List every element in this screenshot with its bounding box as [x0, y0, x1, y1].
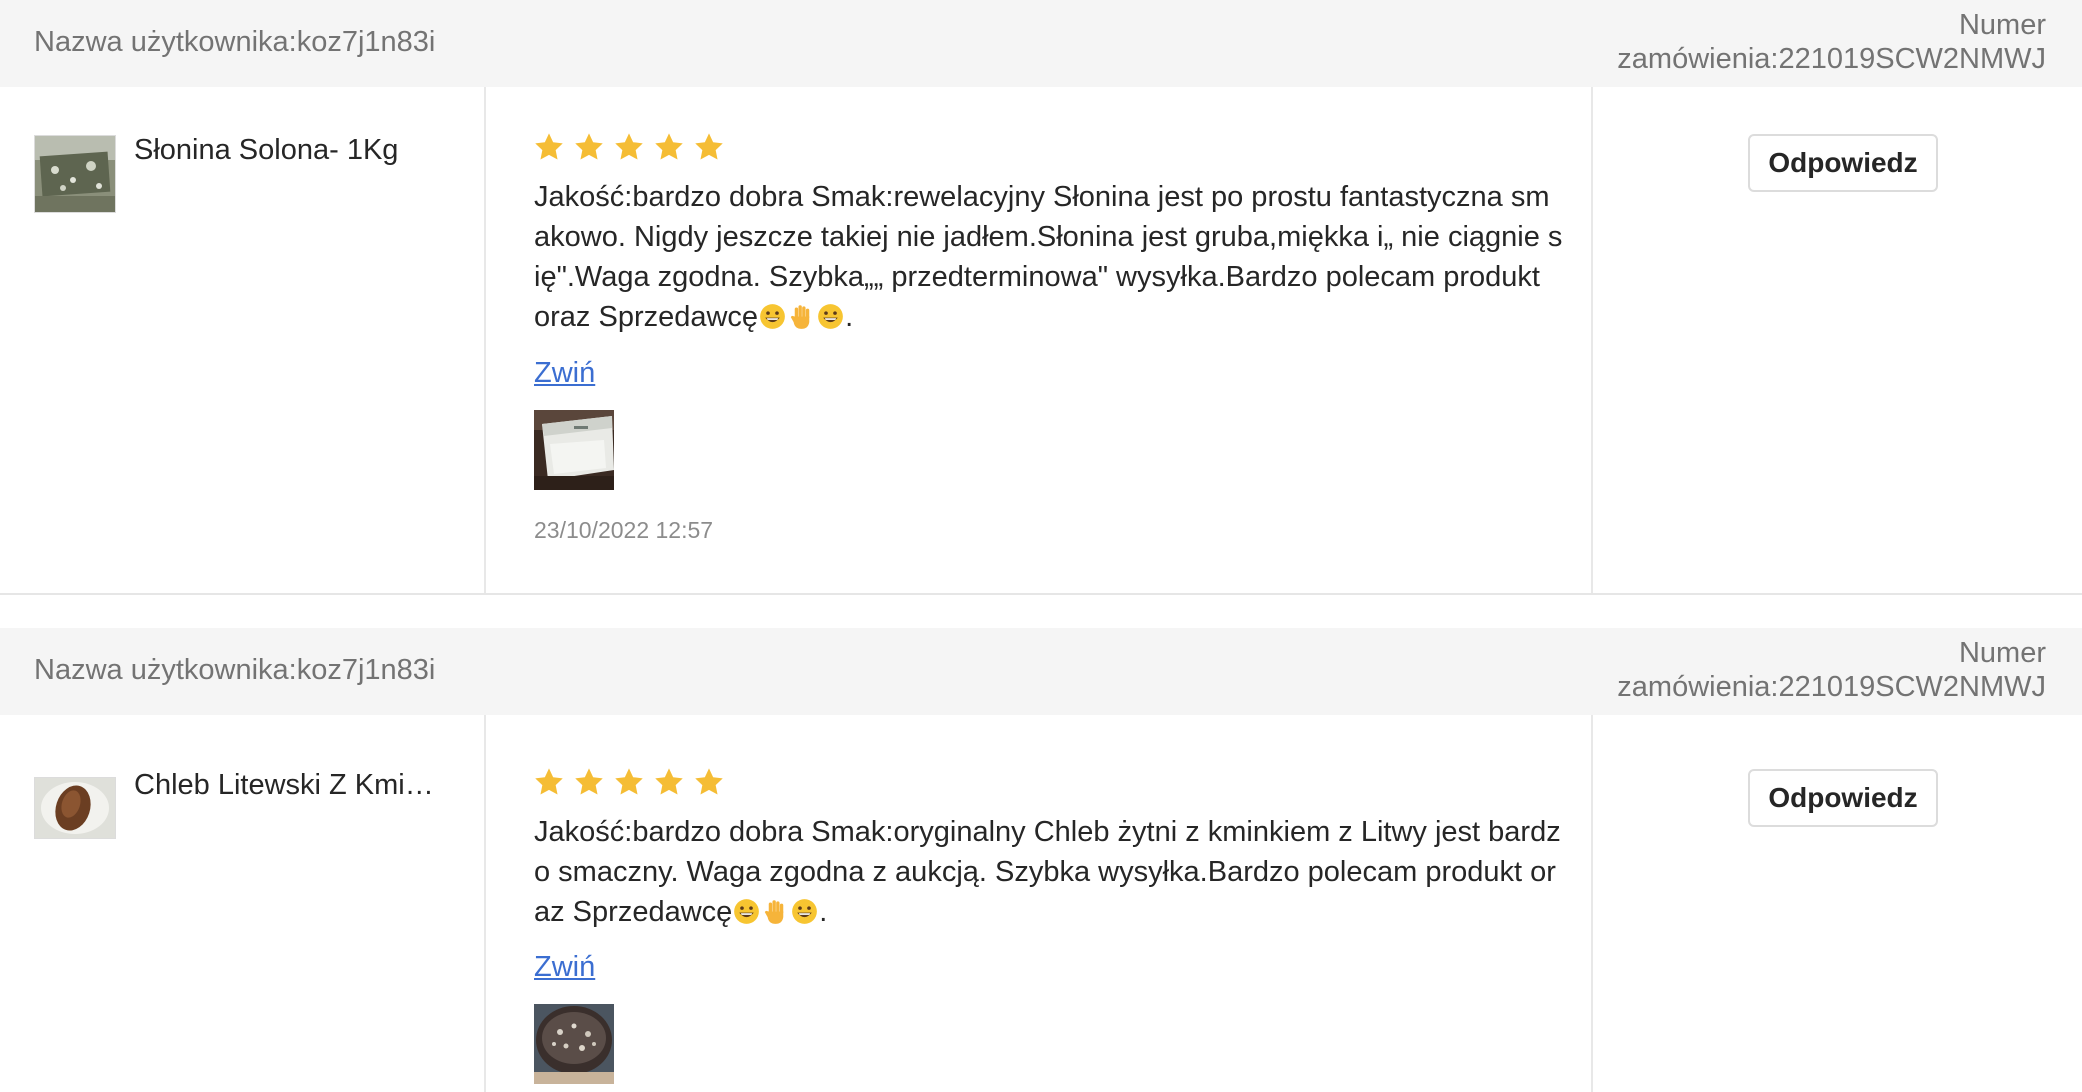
star-icon: [655, 133, 683, 160]
star-icon: [575, 133, 603, 160]
review-text-end: .: [819, 896, 828, 928]
review-header: Nazwa użytkownika:koz7j1n83i Numer zamów…: [0, 628, 2082, 715]
collapse-link[interactable]: Zwiń: [534, 355, 595, 391]
grinning-face-icon: [818, 304, 843, 329]
star-icon: [615, 133, 643, 160]
order-number-label: Numer: [1958, 637, 2046, 669]
grinning-face-icon: [792, 899, 818, 924]
product-name[interactable]: Słonina Solona- 1Kg: [134, 132, 434, 168]
star-icon: [535, 133, 563, 160]
order-number: Numer zamówienia:221019SCW2NMWJ: [1526, 8, 2046, 76]
column-divider: [484, 87, 486, 595]
reviewer-username: Nazwa użytkownika:koz7j1n83i: [34, 654, 436, 686]
product-thumbnail[interactable]: [34, 777, 116, 839]
order-number-value: zamówienia:221019SCW2NMWJ: [1617, 43, 2046, 75]
collapse-link[interactable]: Zwiń: [534, 949, 595, 985]
raised-hand-icon: [765, 900, 784, 924]
review-text-body: Jakość:bardzo dobra Smak:rewelacyjny Sło…: [534, 181, 1563, 333]
star-icon: [535, 768, 563, 795]
review-header: Nazwa użytkownika:koz7j1n83i Numer zamów…: [0, 0, 2082, 87]
row-divider: [0, 593, 2082, 595]
star-icon: [695, 768, 723, 795]
order-number: Numer zamówienia:221019SCW2NMWJ: [1526, 636, 2046, 704]
star-icon: [655, 768, 683, 795]
review-photo[interactable]: [534, 410, 614, 490]
star-icon: [695, 133, 723, 160]
star-rating: [532, 131, 732, 165]
review-photo[interactable]: [534, 1004, 614, 1084]
column-divider: [484, 715, 486, 1092]
review-date: 23/10/2022 12:57: [534, 517, 714, 543]
star-rating: [532, 766, 732, 800]
order-number-label: Numer: [1958, 9, 2046, 41]
star-icon: [575, 768, 603, 795]
raised-hand-icon: [790, 305, 810, 329]
product-thumbnail[interactable]: [34, 135, 116, 213]
review-card: Nazwa użytkownika:koz7j1n83i Numer zamów…: [0, 628, 2082, 1092]
review-text-end: .: [845, 301, 854, 333]
reviewer-username: Nazwa użytkownika:koz7j1n83i: [34, 26, 436, 58]
order-number-value: zamówienia:221019SCW2NMWJ: [1617, 671, 2046, 703]
column-divider: [1591, 87, 1593, 595]
reply-button[interactable]: Odpowiedz: [1748, 134, 1938, 192]
review-text: Jakość:bardzo dobra Smak:oryginalny Chle…: [534, 812, 1564, 932]
review-text: Jakość:bardzo dobra Smak:rewelacyjny Sło…: [534, 177, 1564, 337]
review-card: Nazwa użytkownika:koz7j1n83i Numer zamów…: [0, 0, 2082, 595]
reply-button[interactable]: Odpowiedz: [1748, 769, 1938, 827]
column-divider: [1591, 715, 1593, 1092]
star-icon: [615, 768, 643, 795]
grinning-face-icon: [760, 304, 785, 329]
product-name[interactable]: Chleb Litewski Z Kminkiem: [134, 767, 434, 803]
grinning-face-icon: [734, 899, 760, 924]
review-text-body: Jakość:bardzo dobra Smak:oryginalny Chle…: [534, 816, 1561, 928]
